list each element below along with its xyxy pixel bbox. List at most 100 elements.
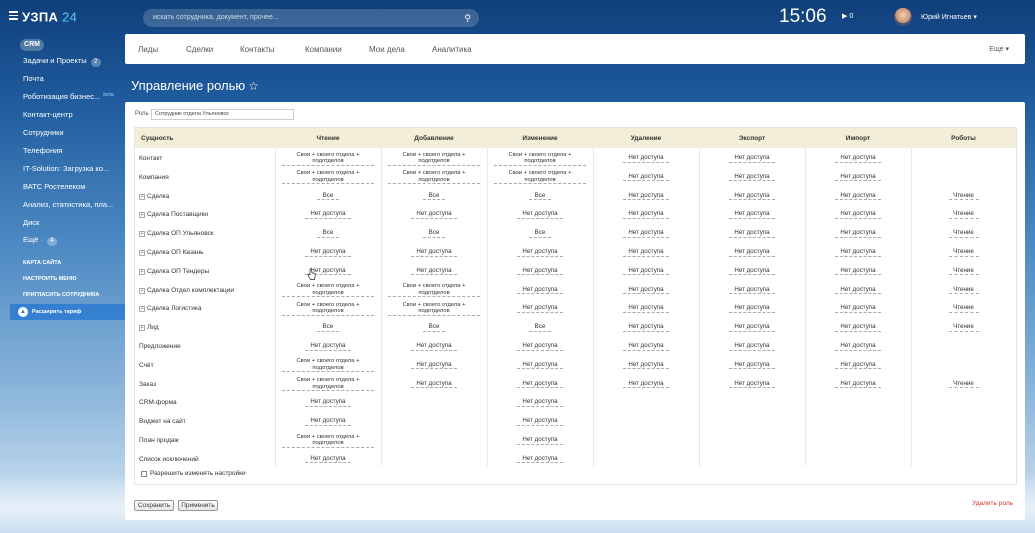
permission-select[interactable]: Нет доступа	[729, 267, 775, 276]
permission-select[interactable]: Чтение	[948, 380, 979, 389]
menu-item-disk[interactable]: Диск	[23, 218, 39, 227]
tab-more[interactable]: Еще ▾	[989, 45, 1009, 53]
permission-select[interactable]: Нет доступа	[623, 305, 669, 313]
permission-select[interactable]: Нет доступа	[305, 399, 351, 407]
menu-item-contact-center[interactable]: Контакт-центр	[23, 110, 73, 119]
expand-icon[interactable]: +	[139, 325, 145, 332]
permission-select[interactable]: Чтение	[948, 230, 979, 238]
permission-select[interactable]: Нет доступа	[729, 342, 775, 351]
permission-select[interactable]: Нет доступа	[835, 248, 881, 257]
menu-item-analytics[interactable]: Анализ, статистика, пла...	[23, 200, 113, 209]
permission-select[interactable]: Нет доступа	[729, 361, 775, 370]
permission-select[interactable]: Свои + своего отдела + подотделов	[494, 170, 586, 185]
menu-item-employees[interactable]: Сотрудники	[23, 128, 64, 137]
permission-select[interactable]: Свои + своего отдела + подотделов	[388, 302, 480, 317]
permission-select[interactable]: Нет доступа	[835, 286, 881, 295]
apply-button[interactable]: Применить	[178, 500, 218, 511]
permission-select[interactable]: Нет доступа	[729, 154, 775, 163]
menu-invite[interactable]: Пригласить сотрудника	[23, 292, 99, 298]
expand-icon[interactable]: +	[139, 212, 145, 219]
permission-select[interactable]: Нет доступа	[411, 267, 457, 276]
permission-select[interactable]: Свои + своего отдела + подотделов	[388, 283, 480, 298]
permission-select[interactable]: Нет доступа	[305, 211, 351, 219]
permission-select[interactable]: Нет доступа	[623, 286, 669, 295]
menu-item-it-solution[interactable]: IT-Solution: Загрузка ко...	[23, 164, 109, 173]
permission-select[interactable]: Нет доступа	[411, 248, 457, 257]
tab-my-activities[interactable]: Мои дела	[369, 45, 405, 54]
permission-select[interactable]: Нет доступа	[517, 267, 563, 276]
permission-select[interactable]: Нет доступа	[517, 380, 563, 389]
permission-select[interactable]: Нет доступа	[623, 230, 669, 238]
permission-select[interactable]: Нет доступа	[835, 154, 881, 163]
permission-select[interactable]: Нет доступа	[623, 173, 669, 182]
expand-icon[interactable]: +	[139, 231, 145, 238]
permission-select[interactable]: Свои + своего отдела + подотделов	[388, 152, 480, 166]
permission-select[interactable]: Нет доступа	[517, 342, 563, 351]
permission-select[interactable]: Все	[529, 324, 551, 332]
permission-select[interactable]: Чтение	[948, 286, 979, 295]
permission-select[interactable]: Нет доступа	[517, 361, 563, 370]
entity-row-label[interactable]: + Сделка	[139, 193, 169, 200]
permission-select[interactable]: Нет доступа	[517, 211, 563, 219]
permission-select[interactable]: Нет доступа	[517, 248, 563, 257]
allow-change-checkbox[interactable]	[141, 471, 147, 477]
tab-analytics[interactable]: Аналитика	[432, 45, 472, 54]
permission-select[interactable]: Свои + своего отдела + подотделов	[282, 358, 374, 373]
expand-tariff-button[interactable]: ▲ Расширить тариф	[10, 304, 125, 320]
entity-row-label[interactable]: + Сделка Поставщики	[139, 211, 208, 219]
permission-select[interactable]: Нет доступа	[729, 211, 775, 219]
permission-select[interactable]: Нет доступа	[305, 418, 351, 426]
entity-row-label[interactable]: + Сделка ОП Ульяновск	[139, 230, 214, 238]
menu-sitemap[interactable]: Карта сайта	[23, 260, 61, 266]
expand-icon[interactable]: +	[139, 306, 145, 313]
permission-select[interactable]: Чтение	[948, 192, 979, 201]
entity-row-label[interactable]: + Сделка ОП Казань	[139, 249, 204, 256]
permission-select[interactable]: Все	[317, 192, 339, 201]
permission-select[interactable]: Свои + своего отдела + подотделов	[282, 170, 374, 185]
permission-select[interactable]: Чтение	[948, 267, 979, 276]
permission-select[interactable]: Нет доступа	[623, 267, 669, 276]
permission-select[interactable]: Нет доступа	[729, 380, 775, 389]
permission-select[interactable]: Все	[317, 230, 339, 238]
permission-select[interactable]: Нет доступа	[305, 455, 351, 464]
permission-select[interactable]: Нет доступа	[623, 211, 669, 219]
permission-select[interactable]: Нет доступа	[835, 361, 881, 370]
permission-select[interactable]: Нет доступа	[729, 324, 775, 332]
permission-select[interactable]: Нет доступа	[517, 305, 563, 313]
permission-select[interactable]: Нет доступа	[835, 324, 881, 332]
permission-select[interactable]: Нет доступа	[411, 211, 457, 219]
permission-select[interactable]: Нет доступа	[623, 154, 669, 163]
permission-select[interactable]: Нет доступа	[835, 305, 881, 313]
tab-leads[interactable]: Лиды	[138, 45, 158, 54]
entity-row-label[interactable]: + Лид	[139, 324, 159, 332]
tab-contacts[interactable]: Контакты	[240, 45, 275, 54]
menu-item-robotization[interactable]: Роботизация бизнес... beta	[23, 92, 114, 101]
permission-select[interactable]: Нет доступа	[623, 192, 669, 201]
entity-row-label[interactable]: + Сделка Отдел комплектации	[139, 287, 234, 294]
permission-select[interactable]: Нет доступа	[517, 286, 563, 295]
permission-select[interactable]: Нет доступа	[517, 418, 563, 426]
permission-select[interactable]: Нет доступа	[623, 324, 669, 332]
tab-companies[interactable]: Компании	[305, 45, 342, 54]
expand-icon[interactable]: +	[139, 250, 145, 256]
save-button[interactable]: Сохранить	[134, 500, 174, 511]
permission-select[interactable]: Нет доступа	[623, 361, 669, 370]
avatar[interactable]	[894, 8, 912, 26]
entity-row-label[interactable]: + Сделка ОП Тендеры	[139, 268, 209, 275]
permission-select[interactable]: Нет доступа	[835, 192, 881, 201]
permission-select[interactable]: Нет доступа	[835, 211, 881, 219]
permission-select[interactable]: Чтение	[948, 305, 979, 313]
permission-select[interactable]: Нет доступа	[729, 173, 775, 182]
permission-select[interactable]: Свои + своего отдела + подотделов	[282, 283, 374, 298]
menu-item-tasks[interactable]: Задачи и Проекты 2	[23, 56, 101, 67]
permission-select[interactable]: Свои + своего отдела + подотделов	[282, 302, 374, 317]
permission-select[interactable]: Нет доступа	[835, 173, 881, 182]
permission-select[interactable]: Нет доступа	[835, 267, 881, 276]
permission-select[interactable]: Нет доступа	[517, 455, 563, 464]
permission-select[interactable]: Нет доступа	[411, 342, 457, 351]
permission-select[interactable]: Свои + своего отдела + подотделов	[282, 377, 374, 392]
permission-select[interactable]: Нет доступа	[623, 380, 669, 389]
tab-deals[interactable]: Сделки	[186, 45, 213, 54]
permission-select[interactable]: Все	[529, 230, 551, 238]
permission-select[interactable]: Все	[423, 192, 445, 201]
